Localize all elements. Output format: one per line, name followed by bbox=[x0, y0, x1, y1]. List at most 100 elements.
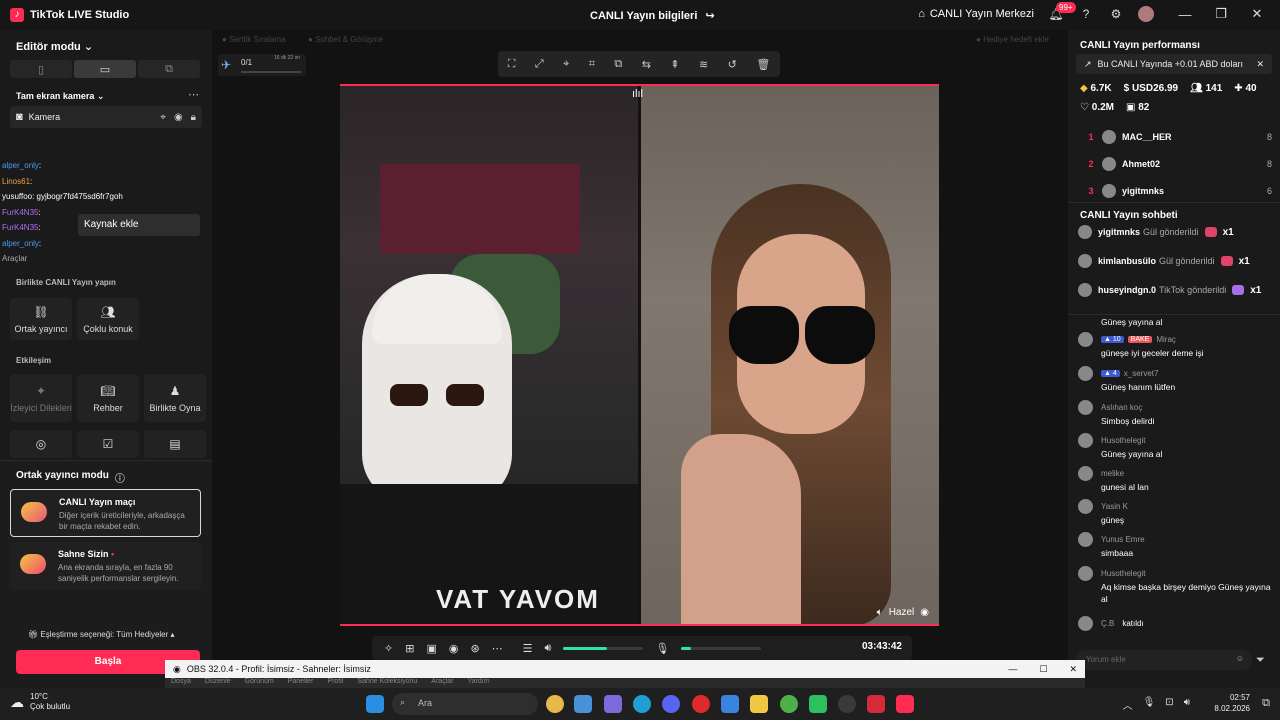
delete-icon[interactable]: 🗑︎ bbox=[756, 58, 770, 71]
info-icon[interactable]: ⓘ bbox=[115, 470, 125, 485]
tray-mic-icon[interactable]: 🎙︎ bbox=[1143, 697, 1156, 712]
lock-icon[interactable]: 🔒︎ bbox=[191, 112, 196, 123]
comment-input[interactable]: Yorum ekle ☺ bbox=[1076, 650, 1252, 670]
live-info-button[interactable]: CANLI Yayın bilgileri ↪ bbox=[590, 9, 715, 23]
editor-mode-dropdown[interactable]: Editör modu ⌄ bbox=[16, 40, 93, 53]
media-icon[interactable] bbox=[867, 695, 885, 713]
teams-icon[interactable] bbox=[604, 695, 622, 713]
discord-icon[interactable] bbox=[662, 695, 680, 713]
maximize-button[interactable]: ❐ bbox=[1210, 6, 1232, 22]
chat-username[interactable]: x_servet7 bbox=[1124, 369, 1159, 378]
gift-goal-button[interactable]: ● Hediye hedefi ekle bbox=[976, 35, 1049, 44]
chat-username[interactable]: Yasin K bbox=[1101, 502, 1128, 511]
info-icon[interactable]: ◉ bbox=[920, 607, 929, 618]
mic-slider[interactable] bbox=[681, 646, 762, 650]
obs-menu-item[interactable]: Düzenle bbox=[205, 678, 231, 688]
avatar[interactable] bbox=[1078, 400, 1093, 415]
profile-avatar[interactable] bbox=[1138, 6, 1154, 22]
volume-icon[interactable]: 🔊︎ bbox=[545, 642, 552, 655]
speaker-icon[interactable]: 🔈︎ bbox=[877, 607, 883, 618]
clock[interactable]: 02:57 8.02.2026 bbox=[1214, 692, 1250, 714]
more-icon[interactable]: ⋯ bbox=[492, 642, 503, 655]
live-match-card[interactable]: CANLI Yayın maçı Diğer içerik üreticiler… bbox=[10, 489, 201, 537]
camera-switch-icon[interactable]: ⊛ bbox=[470, 642, 479, 655]
add-source-icon[interactable]: ⊞ bbox=[405, 642, 414, 655]
center-icon[interactable]: ⌖ bbox=[563, 58, 569, 71]
store-icon[interactable] bbox=[574, 695, 592, 713]
tiktok-taskbar-icon[interactable] bbox=[896, 695, 914, 713]
minimize-button[interactable]: — bbox=[1174, 7, 1196, 22]
obs-window-titlebar[interactable]: ◉ OBS 32.0.4 - Profil: İsimsiz - Sahnele… bbox=[165, 660, 1085, 678]
avatar[interactable] bbox=[1078, 332, 1093, 347]
landscape-mode-button[interactable]: ▭ bbox=[74, 60, 136, 78]
ranking-row[interactable]: 3 yigitmnks 6 bbox=[1080, 181, 1272, 201]
adjust-icon[interactable]: ☰ bbox=[523, 642, 533, 655]
copy-icon[interactable]: ⧉ bbox=[614, 58, 622, 71]
chat-username[interactable]: Aslıhan koç bbox=[1101, 403, 1142, 412]
avatar[interactable] bbox=[1078, 616, 1093, 631]
interaction-item-4[interactable]: ◎ bbox=[10, 430, 72, 458]
flip-icon[interactable]: ⇆ bbox=[642, 58, 651, 71]
settings-gear-icon[interactable]: ⚙ bbox=[1108, 6, 1124, 22]
match-option-dropdown[interactable]: 🎁︎ Eşleştirme seçeneği: Tüm Hediyeler ▴ bbox=[28, 630, 175, 639]
chat-username[interactable]: Husothelegit bbox=[1101, 569, 1145, 578]
split-mode-button[interactable]: ⧉ bbox=[138, 60, 200, 78]
obs-menu-item[interactable]: Görünüm bbox=[245, 678, 274, 688]
tab-ranking[interactable]: ● Sertlik Sıralama bbox=[222, 35, 286, 44]
cohost-button[interactable]: ⛓ Ortak yayıncı bbox=[10, 298, 72, 340]
browser-icon[interactable] bbox=[780, 695, 798, 713]
obs-menu-item[interactable]: Profil bbox=[327, 678, 343, 688]
obs-maximize-button[interactable]: ☐ bbox=[1039, 664, 1047, 675]
rotate-icon[interactable]: ↺ bbox=[728, 58, 737, 71]
obs-menu-item[interactable]: Dosya bbox=[171, 678, 191, 688]
chrome-icon[interactable] bbox=[546, 695, 564, 713]
close-icon[interactable]: ✕ bbox=[1256, 59, 1264, 69]
avatar[interactable] bbox=[1078, 466, 1093, 481]
network-icon[interactable]: ⊡ bbox=[1165, 697, 1173, 712]
chat-username[interactable]: Yunus Emre bbox=[1101, 535, 1145, 544]
layer-up-icon[interactable]: ⇞ bbox=[670, 58, 679, 71]
live-center-button[interactable]: ⌂ CANLI Yayın Merkezi bbox=[918, 8, 1034, 20]
taskbar-search[interactable]: ⌕ Ara bbox=[392, 693, 538, 715]
interaction-item-5[interactable]: ☑ bbox=[77, 430, 139, 458]
chat-username[interactable]: Ç.B bbox=[1101, 619, 1114, 628]
portrait-mode-button[interactable]: ▯ bbox=[10, 60, 72, 78]
fit-icon[interactable]: ⛶ bbox=[508, 58, 516, 71]
tray-chevron-icon[interactable]: ︿ bbox=[1123, 697, 1133, 712]
tab-chat-call[interactable]: ● Sohbet & Görüşme bbox=[308, 35, 383, 44]
camera-source-row[interactable]: ◙ Kamera ⌖ ◉ 🔒︎ bbox=[10, 106, 202, 128]
eye-icon[interactable]: ◉ bbox=[174, 112, 183, 123]
close-window-button[interactable]: ✕ bbox=[1246, 6, 1268, 22]
obs-menu-item[interactable]: Paneller bbox=[288, 678, 314, 688]
chat-username[interactable]: Husothelegit bbox=[1101, 436, 1145, 445]
gift-goal-widget[interactable]: ✈ 0/1 16 dk 22 sn bbox=[218, 54, 306, 76]
more-options-icon[interactable]: ⋯ bbox=[188, 88, 199, 101]
crop-icon[interactable]: ⌗ bbox=[589, 58, 595, 71]
filter-icon[interactable]: ⏷ bbox=[1256, 654, 1265, 667]
guide-button[interactable]: 📖︎ Rehber bbox=[77, 374, 139, 422]
notification-bell-icon[interactable]: 🔔︎ 99+ bbox=[1048, 2, 1076, 22]
mail-icon[interactable] bbox=[721, 695, 739, 713]
play-together-button[interactable]: ♟ Birlikte Oyna bbox=[144, 374, 206, 422]
expand-icon[interactable]: ⤢ bbox=[535, 58, 544, 71]
avatar[interactable] bbox=[1078, 532, 1093, 547]
ranking-row[interactable]: 2 Ahmet02 8 bbox=[1080, 154, 1272, 174]
avatar[interactable] bbox=[1078, 499, 1093, 514]
obs-menu-item[interactable]: Araçlar bbox=[431, 678, 453, 688]
file-explorer-icon[interactable] bbox=[750, 695, 768, 713]
weather-widget[interactable]: ☁ 10°C Çok bulutlu bbox=[10, 692, 70, 712]
magic-wand-icon[interactable]: ✧ bbox=[384, 642, 393, 655]
viewer-wishes-button[interactable]: ✦ İzleyici Dilekleri bbox=[10, 374, 72, 422]
audio-level-icon[interactable]: ılıl bbox=[632, 88, 643, 100]
avatar[interactable] bbox=[1078, 433, 1093, 448]
obs-close-button[interactable]: ✕ bbox=[1069, 664, 1077, 675]
screen-icon[interactable]: ▣ bbox=[426, 642, 436, 655]
volume-slider[interactable] bbox=[563, 646, 644, 650]
edge-icon[interactable] bbox=[633, 695, 651, 713]
obs-minimize-button[interactable]: — bbox=[1008, 664, 1017, 675]
help-icon[interactable]: ? bbox=[1078, 6, 1094, 22]
avatar[interactable] bbox=[1078, 366, 1093, 381]
stage-card[interactable]: Sahne Sizin • Ana ekranda sırayla, en fa… bbox=[10, 542, 201, 590]
app-icon[interactable] bbox=[809, 695, 827, 713]
obs-menu-item[interactable]: Sahne Koleksiyonu bbox=[357, 678, 417, 688]
